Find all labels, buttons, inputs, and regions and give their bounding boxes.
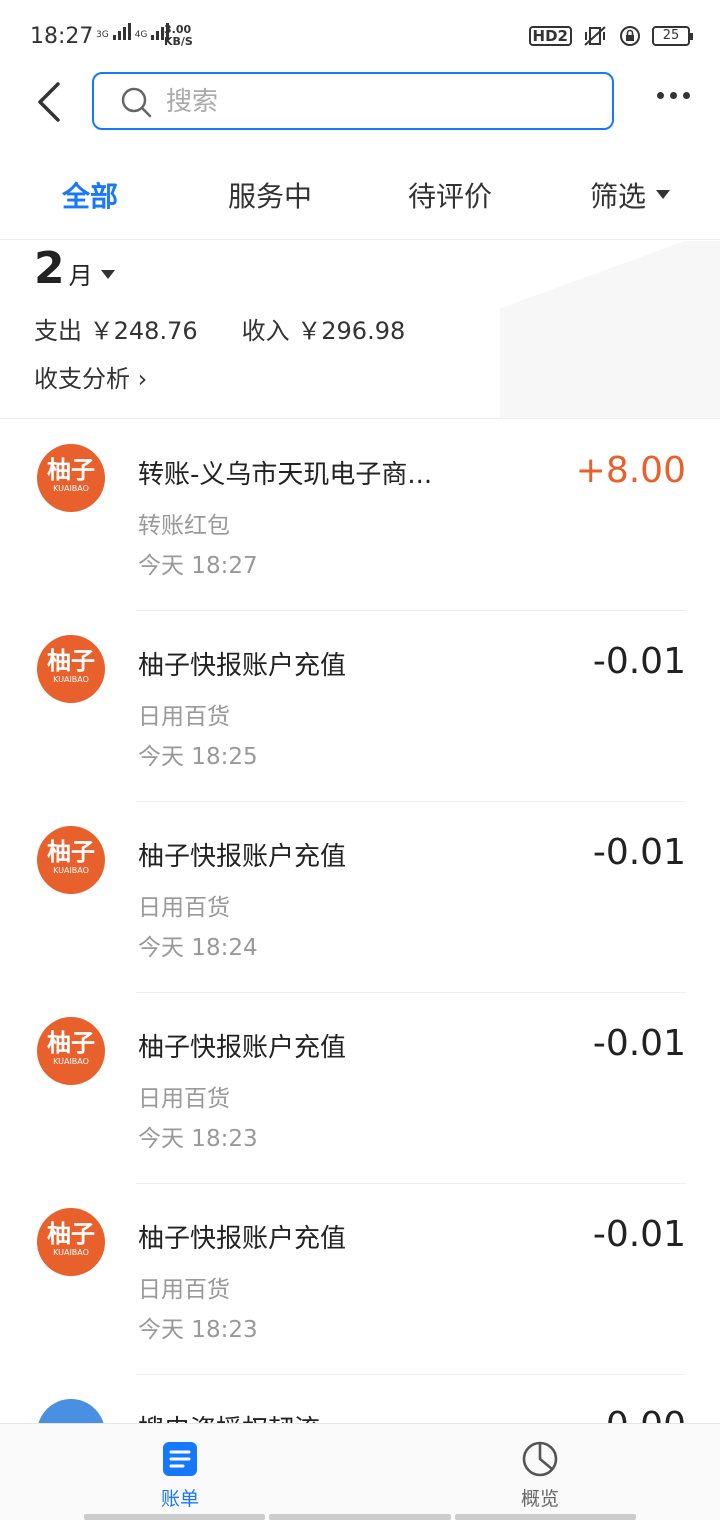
- transaction-title: 柚子快报账户充值: [138, 842, 347, 872]
- transaction-amount: -0.01: [592, 1214, 686, 1255]
- more-dot-icon: [670, 92, 677, 99]
- network-type-1: 3G: [96, 30, 109, 40]
- merchant-avatar: 柚子 KUAIBAO: [37, 826, 105, 894]
- merchant-avatar: 柚子 KUAIBAO: [37, 1208, 105, 1276]
- vibrate-icon: [584, 26, 606, 46]
- filter-tabs: 全部 服务中 待评价 筛选: [0, 150, 720, 240]
- signal-bars-1-icon: [112, 22, 131, 40]
- decorative-shape: [500, 241, 720, 418]
- transaction-amount: -0.00: [593, 1405, 686, 1423]
- transaction-time: 今天 18:24: [138, 935, 258, 961]
- transaction-list: 柚子 KUAIBAO 转账-义乌市天玑电子商... 转账红包 今天 18:27 …: [0, 420, 720, 1423]
- transaction-title: 柚子快报账户充值: [138, 1033, 347, 1063]
- transaction-time: 今天 18:27: [138, 553, 258, 579]
- transaction-title: 柚子快报账户充值: [138, 651, 347, 681]
- search-input[interactable]: [166, 86, 586, 118]
- transaction-amount: -0.01: [592, 832, 686, 873]
- transaction-time: 今天 18:25: [138, 744, 258, 770]
- hd-icon: HD2: [528, 26, 572, 46]
- income-total: 收入 ￥296.98: [241, 317, 406, 345]
- merchant-avatar: 柚子 KUAIBAO: [37, 444, 105, 512]
- nav-bill[interactable]: 账单: [0, 1424, 360, 1520]
- top-bar: [0, 72, 720, 132]
- gesture-bar: [84, 1514, 636, 1520]
- pie-chart-icon: [522, 1441, 558, 1477]
- month-number: 2: [34, 243, 65, 294]
- transaction-category: 日用百货: [138, 1277, 230, 1303]
- tab-in-service[interactable]: 服务中: [180, 150, 360, 239]
- bottom-nav: 账单 概览: [0, 1423, 720, 1520]
- nav-label: 概览: [520, 1488, 559, 1510]
- status-right: HD2 25: [528, 24, 693, 48]
- network-speed: 3.00 KB/S: [164, 23, 193, 48]
- nav-overview[interactable]: 概览: [360, 1424, 720, 1520]
- more-dot-icon: [683, 92, 690, 99]
- analysis-link[interactable]: 收支分析 ›: [34, 359, 147, 394]
- month-unit: 月: [68, 262, 93, 290]
- transaction-category: 转账红包: [138, 513, 230, 539]
- caret-down-icon: [100, 270, 115, 279]
- back-button[interactable]: [30, 78, 70, 126]
- transaction-title: 搜史资援权韧流: [138, 1409, 320, 1423]
- network-type-2: 4G: [134, 30, 148, 40]
- more-button[interactable]: [657, 92, 690, 99]
- month-summary: 2 月 支出 ￥248.76 收入 ￥296.98 收支分析 ›: [0, 241, 720, 419]
- status-bar: 18:27 3G 4G 3.00 KB/S HD2 25: [0, 0, 720, 72]
- transaction-row[interactable]: 柚子 KUAIBAO 柚子快报账户充值 日用百货 今天 18:23 -0.01: [0, 993, 720, 1184]
- status-time: 18:27: [30, 24, 94, 49]
- transaction-row[interactable]: 柚子 KUAIBAO 柚子快报账户充值 日用百货 今天 18:25 -0.01: [0, 611, 720, 802]
- merchant-avatar: 柚子 KUAIBAO: [37, 1017, 105, 1085]
- tab-all[interactable]: 全部: [0, 150, 180, 239]
- transaction-category: 日用百货: [138, 704, 230, 730]
- user-avatar: [37, 1399, 105, 1423]
- search-icon: [121, 87, 152, 118]
- transaction-row[interactable]: 柚子 KUAIBAO 柚子快报账户充值 日用百货 今天 18:23 -0.01: [0, 1184, 720, 1375]
- signal-indicators: 3G 4G: [96, 22, 170, 40]
- expense-total: 支出 ￥248.76: [34, 317, 198, 345]
- merchant-avatar: 柚子 KUAIBAO: [37, 635, 105, 703]
- month-selector[interactable]: 2 月: [34, 247, 115, 291]
- transaction-amount: +8.00: [575, 450, 686, 491]
- transaction-title: 转账-义乌市天玑电子商...: [138, 460, 433, 490]
- tab-pending-review[interactable]: 待评价: [360, 150, 540, 239]
- rotation-lock-icon: [620, 26, 640, 46]
- transaction-title: 柚子快报账户充值: [138, 1224, 347, 1254]
- tab-filter[interactable]: 筛选: [540, 150, 720, 239]
- nav-label: 账单: [160, 1488, 199, 1510]
- bill-icon: [163, 1442, 197, 1476]
- caret-down-icon: [656, 190, 670, 199]
- transaction-row[interactable]: 柚子 KUAIBAO 柚子快报账户充值 日用百货 今天 18:24 -0.01: [0, 802, 720, 993]
- transaction-time: 今天 18:23: [138, 1126, 258, 1152]
- more-dot-icon: [657, 92, 664, 99]
- transaction-row[interactable]: 搜史资援权韧流 -0.00: [0, 1375, 720, 1423]
- transaction-category: 日用百货: [138, 895, 230, 921]
- totals: 支出 ￥248.76 收入 ￥296.98: [34, 311, 405, 346]
- transaction-row[interactable]: 柚子 KUAIBAO 转账-义乌市天玑电子商... 转账红包 今天 18:27 …: [0, 420, 720, 611]
- search-box[interactable]: [92, 72, 614, 130]
- battery-icon: 25: [652, 26, 693, 46]
- transaction-amount: -0.01: [592, 1023, 686, 1064]
- transaction-amount: -0.01: [592, 641, 686, 682]
- transaction-time: 今天 18:23: [138, 1317, 258, 1343]
- transaction-category: 日用百货: [138, 1086, 230, 1112]
